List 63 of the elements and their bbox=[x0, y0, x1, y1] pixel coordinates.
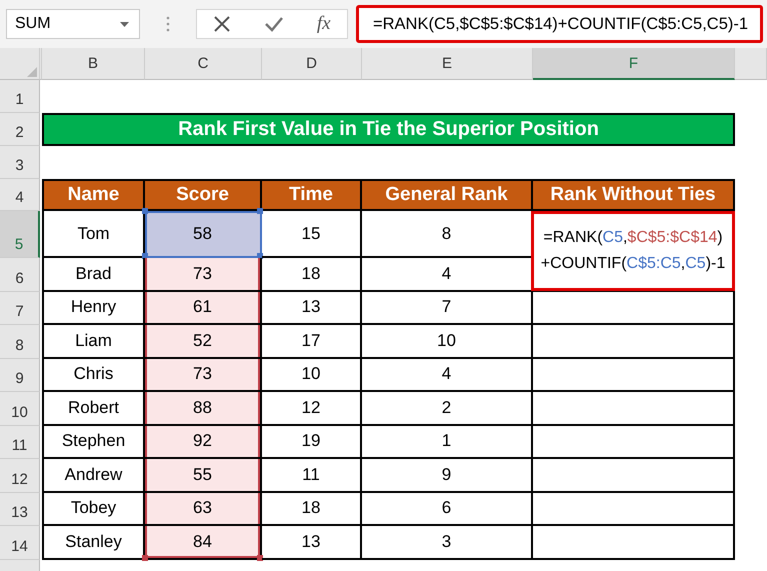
row-header[interactable]: 6 bbox=[0, 258, 40, 292]
row-header[interactable]: 9 bbox=[0, 358, 40, 392]
table-cell: 12 bbox=[262, 392, 362, 426]
close-icon[interactable] bbox=[213, 15, 232, 33]
table-cell: 1 bbox=[362, 426, 533, 459]
column-heading: Name bbox=[42, 179, 145, 211]
table-cell: 4 bbox=[362, 258, 533, 292]
row-header[interactable]: 7 bbox=[0, 292, 40, 325]
table-cell: 3 bbox=[362, 526, 533, 560]
table-cell: 11 bbox=[262, 459, 362, 492]
table-cell: 6 bbox=[362, 492, 533, 526]
row-header[interactable]: 4 bbox=[0, 179, 40, 211]
table-cell: 15 bbox=[262, 211, 362, 258]
column-header[interactable]: C bbox=[145, 48, 262, 80]
column-heading: Time bbox=[262, 179, 362, 211]
row-header[interactable]: 13 bbox=[0, 492, 40, 526]
select-all-icon[interactable] bbox=[27, 67, 37, 77]
row-header[interactable]: 5 bbox=[0, 211, 40, 258]
column-heading: Score bbox=[145, 179, 262, 211]
name-box[interactable]: SUM bbox=[6, 9, 140, 39]
row-header[interactable]: 1 bbox=[0, 80, 40, 113]
table-cell: 10 bbox=[262, 358, 362, 392]
table-cell: 7 bbox=[362, 292, 533, 325]
table-title: Rank First Value in Tie the Superior Position bbox=[42, 113, 735, 146]
table-cell: 10 bbox=[362, 325, 533, 358]
table-cell[interactable]: 63 bbox=[145, 492, 262, 526]
formula-field[interactable]: =RANK(C5,$C$5:$C$14)+COUNTIF(C$5:C5,C5)-1 bbox=[356, 5, 763, 43]
check-icon[interactable] bbox=[264, 16, 284, 32]
table-cell: 19 bbox=[262, 426, 362, 459]
table-cell[interactable]: 61 bbox=[145, 292, 262, 325]
table-cell: 2 bbox=[362, 392, 533, 426]
table-cell: 4 bbox=[362, 358, 533, 392]
table-cell[interactable]: 73 bbox=[145, 258, 262, 292]
table-cell[interactable]: 84 bbox=[145, 526, 262, 560]
row-header[interactable]: 10 bbox=[0, 392, 40, 426]
table-cell: 18 bbox=[262, 258, 362, 292]
column-header[interactable]: B bbox=[42, 48, 145, 80]
column-heading: General Rank bbox=[362, 179, 533, 211]
table-cell[interactable]: 55 bbox=[145, 459, 262, 492]
row-header[interactable]: 11 bbox=[0, 426, 40, 459]
table-cell: 13 bbox=[262, 526, 362, 560]
table-cell: 18 bbox=[262, 492, 362, 526]
row-header[interactable]: 12 bbox=[0, 459, 40, 492]
table-cell[interactable]: 73 bbox=[145, 358, 262, 392]
table-cell: 13 bbox=[262, 292, 362, 325]
column-header[interactable]: F bbox=[533, 48, 735, 80]
row-header[interactable]: 2 bbox=[0, 113, 40, 146]
column-heading: Rank Without Ties bbox=[533, 179, 735, 211]
table-cell[interactable]: 92 bbox=[145, 426, 262, 459]
caret-icon bbox=[120, 22, 129, 26]
row-header[interactable]: 3 bbox=[0, 146, 40, 179]
drag-handle-icon bbox=[166, 16, 170, 32]
row-header[interactable]: 8 bbox=[0, 325, 40, 358]
insert-function-button[interactable]: fx bbox=[316, 13, 331, 35]
row-header[interactable]: 14 bbox=[0, 526, 40, 560]
column-header[interactable]: D bbox=[262, 48, 362, 80]
table-cell[interactable]: 88 bbox=[145, 392, 262, 426]
column-header[interactable] bbox=[735, 48, 767, 80]
formula-cell[interactable]: =RANK(C5,$C$5:$C$14) +COUNTIF(C$5:C5,C5)-1 bbox=[531, 211, 735, 291]
table-cell[interactable]: 58 bbox=[145, 211, 262, 258]
table-cell: 9 bbox=[362, 459, 533, 492]
table-cell[interactable]: 52 bbox=[145, 325, 262, 358]
table-cell: 17 bbox=[262, 325, 362, 358]
